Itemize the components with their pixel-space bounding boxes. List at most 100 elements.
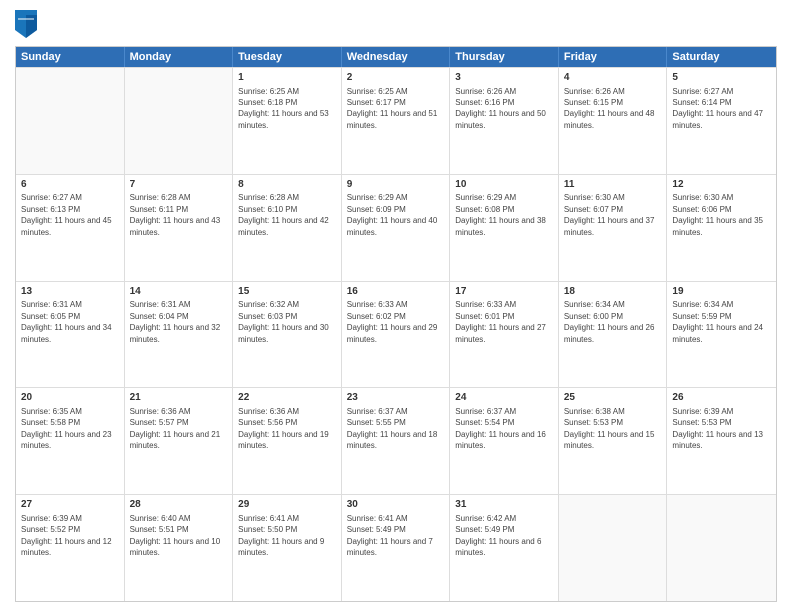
day-number: 18 xyxy=(564,285,662,299)
cell-text: Sunrise: 6:42 AM Sunset: 5:49 PM Dayligh… xyxy=(455,514,541,557)
calendar-cell-1-4: 10Sunrise: 6:29 AM Sunset: 6:08 PM Dayli… xyxy=(450,175,559,281)
cell-text: Sunrise: 6:36 AM Sunset: 5:57 PM Dayligh… xyxy=(130,407,221,450)
calendar-cell-2-0: 13Sunrise: 6:31 AM Sunset: 6:05 PM Dayli… xyxy=(16,282,125,388)
calendar-cell-3-6: 26Sunrise: 6:39 AM Sunset: 5:53 PM Dayli… xyxy=(667,388,776,494)
calendar-cell-4-5 xyxy=(559,495,668,601)
calendar-cell-1-2: 8Sunrise: 6:28 AM Sunset: 6:10 PM Daylig… xyxy=(233,175,342,281)
calendar-row-1: 6Sunrise: 6:27 AM Sunset: 6:13 PM Daylig… xyxy=(16,174,776,281)
cell-text: Sunrise: 6:39 AM Sunset: 5:52 PM Dayligh… xyxy=(21,514,112,557)
cell-text: Sunrise: 6:30 AM Sunset: 6:06 PM Dayligh… xyxy=(672,193,763,236)
day-number: 4 xyxy=(564,71,662,85)
cell-text: Sunrise: 6:31 AM Sunset: 6:04 PM Dayligh… xyxy=(130,300,221,343)
calendar-cell-3-2: 22 Sunrise: 6:36 AM Sunset: 5:56 PM Dayli… xyxy=(233,388,342,494)
calendar-cell-0-5: 4 Sunrise: 6:26 AM Sunset: 6:15 PM Daylig… xyxy=(559,68,668,174)
calendar-cell-4-0: 27Sunrise: 6:39 AM Sunset: 5:52 PM Dayli… xyxy=(16,495,125,601)
day-number: 24 xyxy=(455,391,553,405)
day-number: 20 xyxy=(21,391,119,405)
calendar-row-3: 20 Sunrise: 6:35 AM Sunset: 5:58 PM Dayli… xyxy=(16,387,776,494)
calendar-cell-1-3: 9Sunrise: 6:29 AM Sunset: 6:09 PM Daylig… xyxy=(342,175,451,281)
calendar-body: 1 Sunrise: 6:25 AM Sunset: 6:18 PM Daylig… xyxy=(16,67,776,601)
calendar-cell-0-6: 5Sunrise: 6:27 AM Sunset: 6:14 PM Daylig… xyxy=(667,68,776,174)
cell-text: Sunrise: 6:33 AM Sunset: 6:02 PM Dayligh… xyxy=(347,300,438,343)
day-number: 13 xyxy=(21,285,119,299)
cell-text: Sunrise: 6:35 AM Sunset: 5:58 PM Dayligh… xyxy=(21,407,112,450)
day-number: 22 xyxy=(238,391,336,405)
cell-text: Sunrise: 6:29 AM Sunset: 6:09 PM Dayligh… xyxy=(347,193,438,236)
calendar-cell-2-3: 16Sunrise: 6:33 AM Sunset: 6:02 PM Dayli… xyxy=(342,282,451,388)
calendar-cell-1-5: 11Sunrise: 6:30 AM Sunset: 6:07 PM Dayli… xyxy=(559,175,668,281)
day-number: 8 xyxy=(238,178,336,192)
header-day-sunday: Sunday xyxy=(16,47,125,67)
day-number: 21 xyxy=(130,391,228,405)
day-number: 7 xyxy=(130,178,228,192)
header-day-friday: Friday xyxy=(559,47,668,67)
calendar-cell-0-2: 1 Sunrise: 6:25 AM Sunset: 6:18 PM Daylig… xyxy=(233,68,342,174)
calendar-cell-2-2: 15Sunrise: 6:32 AM Sunset: 6:03 PM Dayli… xyxy=(233,282,342,388)
cell-text: Sunrise: 6:26 AM Sunset: 6:16 PM Dayligh… xyxy=(455,87,546,130)
cell-text: Sunrise: 6:27 AM Sunset: 6:14 PM Dayligh… xyxy=(672,87,763,130)
day-number: 9 xyxy=(347,178,445,192)
day-number: 28 xyxy=(130,498,228,512)
day-number: 2 xyxy=(347,71,445,85)
header-day-monday: Monday xyxy=(125,47,234,67)
calendar-row-4: 27Sunrise: 6:39 AM Sunset: 5:52 PM Dayli… xyxy=(16,494,776,601)
calendar: SundayMondayTuesdayWednesdayThursdayFrid… xyxy=(15,46,777,602)
day-number: 15 xyxy=(238,285,336,299)
day-number: 11 xyxy=(564,178,662,192)
day-number: 12 xyxy=(672,178,771,192)
calendar-cell-4-2: 29 Sunrise: 6:41 AM Sunset: 5:50 PM Dayli… xyxy=(233,495,342,601)
header-day-wednesday: Wednesday xyxy=(342,47,451,67)
cell-text: Sunrise: 6:41 AM Sunset: 5:50 PM Dayligh… xyxy=(238,514,324,557)
cell-text: Sunrise: 6:38 AM Sunset: 5:53 PM Dayligh… xyxy=(564,407,655,450)
header-day-saturday: Saturday xyxy=(667,47,776,67)
cell-text: Sunrise: 6:31 AM Sunset: 6:05 PM Dayligh… xyxy=(21,300,112,343)
calendar-cell-0-4: 3 Sunrise: 6:26 AM Sunset: 6:16 PM Daylig… xyxy=(450,68,559,174)
calendar-cell-3-5: 25Sunrise: 6:38 AM Sunset: 5:53 PM Dayli… xyxy=(559,388,668,494)
cell-text: Sunrise: 6:25 AM Sunset: 6:18 PM Dayligh… xyxy=(238,87,329,130)
calendar-cell-0-0 xyxy=(16,68,125,174)
header-day-thursday: Thursday xyxy=(450,47,559,67)
cell-text: Sunrise: 6:29 AM Sunset: 6:08 PM Dayligh… xyxy=(455,193,546,236)
header-day-tuesday: Tuesday xyxy=(233,47,342,67)
day-number: 29 xyxy=(238,498,336,512)
day-number: 19 xyxy=(672,285,771,299)
calendar-cell-4-1: 28 Sunrise: 6:40 AM Sunset: 5:51 PM Dayli… xyxy=(125,495,234,601)
logo xyxy=(15,10,41,38)
calendar-cell-3-4: 24 Sunrise: 6:37 AM Sunset: 5:54 PM Dayli… xyxy=(450,388,559,494)
cell-text: Sunrise: 6:32 AM Sunset: 6:03 PM Dayligh… xyxy=(238,300,329,343)
day-number: 31 xyxy=(455,498,553,512)
day-number: 17 xyxy=(455,285,553,299)
cell-text: Sunrise: 6:33 AM Sunset: 6:01 PM Dayligh… xyxy=(455,300,546,343)
day-number: 23 xyxy=(347,391,445,405)
cell-text: Sunrise: 6:37 AM Sunset: 5:55 PM Dayligh… xyxy=(347,407,438,450)
calendar-cell-0-1 xyxy=(125,68,234,174)
cell-text: Sunrise: 6:28 AM Sunset: 6:10 PM Dayligh… xyxy=(238,193,329,236)
page: SundayMondayTuesdayWednesdayThursdayFrid… xyxy=(0,0,792,612)
cell-text: Sunrise: 6:28 AM Sunset: 6:11 PM Dayligh… xyxy=(130,193,221,236)
calendar-cell-3-3: 23 Sunrise: 6:37 AM Sunset: 5:55 PM Dayli… xyxy=(342,388,451,494)
calendar-cell-2-6: 19Sunrise: 6:34 AM Sunset: 5:59 PM Dayli… xyxy=(667,282,776,388)
day-number: 30 xyxy=(347,498,445,512)
calendar-cell-1-0: 6Sunrise: 6:27 AM Sunset: 6:13 PM Daylig… xyxy=(16,175,125,281)
calendar-cell-2-5: 18Sunrise: 6:34 AM Sunset: 6:00 PM Dayli… xyxy=(559,282,668,388)
day-number: 16 xyxy=(347,285,445,299)
calendar-cell-4-6 xyxy=(667,495,776,601)
calendar-cell-2-1: 14Sunrise: 6:31 AM Sunset: 6:04 PM Dayli… xyxy=(125,282,234,388)
calendar-cell-4-4: 31 Sunrise: 6:42 AM Sunset: 5:49 PM Dayli… xyxy=(450,495,559,601)
cell-text: Sunrise: 6:40 AM Sunset: 5:51 PM Dayligh… xyxy=(130,514,221,557)
day-number: 3 xyxy=(455,71,553,85)
cell-text: Sunrise: 6:37 AM Sunset: 5:54 PM Dayligh… xyxy=(455,407,546,450)
cell-text: Sunrise: 6:39 AM Sunset: 5:53 PM Dayligh… xyxy=(672,407,763,450)
header xyxy=(15,10,777,38)
cell-text: Sunrise: 6:26 AM Sunset: 6:15 PM Dayligh… xyxy=(564,87,655,130)
calendar-cell-0-3: 2 Sunrise: 6:25 AM Sunset: 6:17 PM Daylig… xyxy=(342,68,451,174)
calendar-row-2: 13Sunrise: 6:31 AM Sunset: 6:05 PM Dayli… xyxy=(16,281,776,388)
cell-text: Sunrise: 6:36 AM Sunset: 5:56 PM Dayligh… xyxy=(238,407,329,450)
calendar-cell-3-1: 21 Sunrise: 6:36 AM Sunset: 5:57 PM Dayli… xyxy=(125,388,234,494)
calendar-header: SundayMondayTuesdayWednesdayThursdayFrid… xyxy=(16,47,776,67)
calendar-cell-3-0: 20 Sunrise: 6:35 AM Sunset: 5:58 PM Dayli… xyxy=(16,388,125,494)
calendar-cell-1-6: 12Sunrise: 6:30 AM Sunset: 6:06 PM Dayli… xyxy=(667,175,776,281)
day-number: 1 xyxy=(238,71,336,85)
day-number: 6 xyxy=(21,178,119,192)
cell-text: Sunrise: 6:25 AM Sunset: 6:17 PM Dayligh… xyxy=(347,87,438,130)
